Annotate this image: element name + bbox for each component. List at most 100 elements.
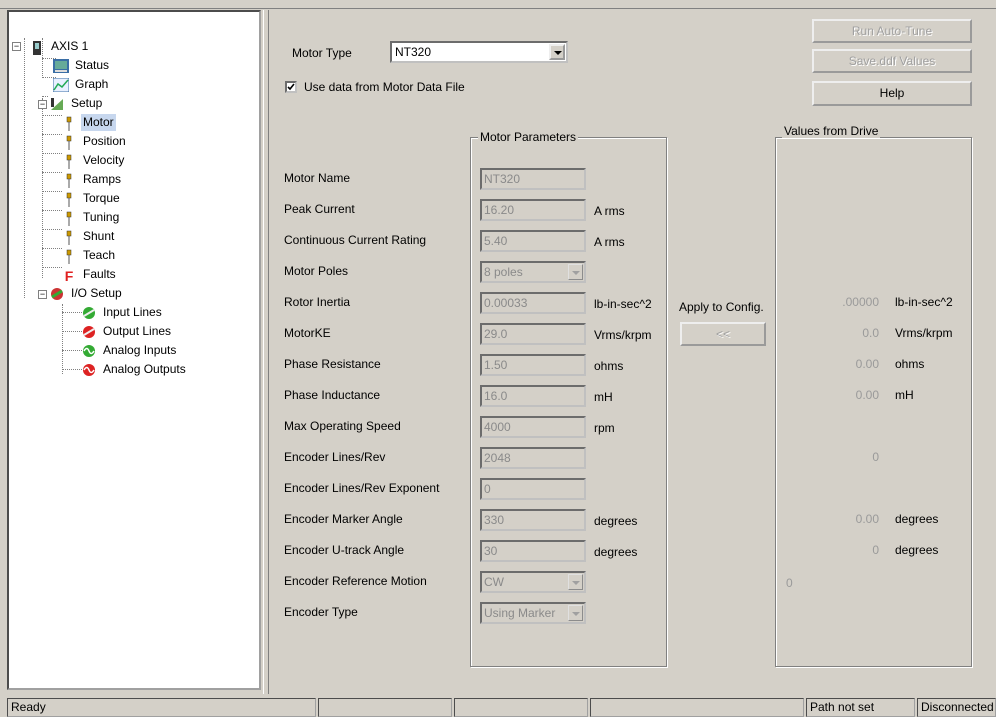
drive-value: 0.0 [862,326,879,340]
param-label: Peak Current [284,202,355,216]
tree-item-motor[interactable]: Motor [61,114,116,131]
param-field[interactable]: 30 [480,540,586,562]
tree-item-status[interactable]: Status [53,57,111,74]
param-field[interactable]: 29.0 [480,323,586,345]
drive-value: 0 [786,576,793,590]
param-label: Motor Name [284,171,351,185]
tree-item-ramps[interactable]: Ramps [61,171,123,188]
param-unit: lb-in-sec^2 [594,297,652,311]
param-value: CW [484,575,504,589]
drive-value: 0 [872,450,879,464]
faults-icon: F [64,267,74,284]
param-label: Phase Inductance [284,388,381,402]
param-field[interactable]: 0 [480,478,586,500]
param-field[interactable]: 1.50 [480,354,586,376]
tree-item-teach[interactable]: Teach [61,247,117,264]
tree-item-torque[interactable]: Torque [61,190,122,207]
param-label: Rotor Inertia [284,295,351,309]
analog-outputs-icon [81,363,97,377]
tree-item-tuning[interactable]: Tuning [61,209,121,226]
chevron-down-icon[interactable] [568,264,583,280]
param-field[interactable]: 0.00033 [480,292,586,314]
drive-value: 0.00 [855,388,879,402]
tree-item-shunt[interactable]: Shunt [61,228,116,245]
navigation-tree[interactable]: − AXIS 1 Status Graph − Setup Motor Posi… [7,10,261,690]
param-value: 8 poles [484,265,523,279]
collapse-io-setup-icon[interactable]: − [38,290,47,299]
chevron-down-icon[interactable] [549,44,565,60]
tree-root-axis1[interactable]: AXIS 1 [29,38,90,55]
tree-label: Velocity [83,153,125,167]
tree-label: Faults [83,267,116,281]
param-field[interactable]: 2048 [480,447,586,469]
tree-item-input-lines[interactable]: Input Lines [81,304,164,321]
param-field[interactable]: 16.0 [480,385,586,407]
apply-to-config-button[interactable]: << [680,322,766,346]
param-field[interactable]: 5.40 [480,230,586,252]
pin-icon [61,249,77,264]
tree-label: Graph [75,77,109,91]
tree-item-analog-outputs[interactable]: Analog Outputs [81,361,188,378]
tree-item-setup[interactable]: Setup [49,95,104,112]
help-button[interactable]: Help [812,81,972,106]
param-value: 29.0 [484,327,508,341]
param-label: Encoder Lines/Rev [284,450,386,464]
pane-splitter[interactable] [263,10,269,694]
tree-item-faults[interactable]: F Faults [61,266,118,284]
param-value: 30 [484,544,498,558]
run-auto-tune-button[interactable]: Run Auto-Tune [812,19,972,43]
tree-item-output-lines[interactable]: Output Lines [81,323,173,340]
tree-label: Output Lines [103,324,172,338]
status-text: Ready [7,698,316,717]
pin-icon [61,154,77,169]
collapse-root-icon[interactable]: − [12,42,21,51]
motor-type-value: NT320 [395,45,432,59]
param-label: Phase Resistance [284,357,381,371]
param-label: Encoder Reference Motion [284,574,427,588]
use-motor-data-checkbox[interactable] [285,81,297,93]
input-lines-icon [81,306,97,320]
param-field[interactable]: 8 poles [480,261,586,283]
param-field[interactable]: NT320 [480,168,586,190]
tree-item-graph[interactable]: Graph [52,76,110,93]
drive-unit: Vrms/krpm [895,326,953,340]
status-pane-2 [318,698,452,717]
drive-value: 0.00 [855,357,879,371]
param-field[interactable]: CW [480,571,586,593]
pin-icon [61,230,77,245]
chevron-down-icon[interactable] [568,605,583,621]
drive-value: 0 [872,543,879,557]
param-field[interactable]: Using Marker [480,602,586,624]
param-unit: Vrms/krpm [594,328,652,342]
motor-type-select[interactable]: NT320 [390,41,568,63]
drive-unit: degrees [895,543,939,557]
collapse-setup-icon[interactable]: − [38,100,47,109]
checkmark-icon [287,83,295,91]
tree-item-analog-inputs[interactable]: Analog Inputs [81,342,178,359]
param-field[interactable]: 330 [480,509,586,531]
drive-unit: mH [895,388,914,402]
tree-label: Motor [81,114,116,131]
chevron-down-icon[interactable] [568,574,583,590]
drive-value: 0.00 [855,512,879,526]
tree-item-velocity[interactable]: Velocity [61,152,126,169]
param-value: 1.50 [484,358,508,372]
param-field[interactable]: 4000 [480,416,586,438]
tree-label: AXIS 1 [51,39,89,53]
pin-icon [61,116,77,131]
apply-to-config-label: Apply to Config. [679,300,764,314]
tree-label: Position [83,134,126,148]
param-field[interactable]: 16.20 [480,199,586,221]
save-ddf-values-button[interactable]: Save.ddf Values [812,49,972,73]
param-value: 4000 [484,420,511,434]
status-pane-3 [454,698,588,717]
pin-icon [61,192,77,207]
pin-icon [61,135,77,150]
param-label: Encoder Marker Angle [284,512,403,526]
param-value: 16.0 [484,389,508,403]
tree-item-position[interactable]: Position [61,133,128,150]
param-value: 16.20 [484,203,515,217]
tree-item-io-setup[interactable]: I/O Setup [49,285,124,302]
motor-parameters-title: Motor Parameters [478,130,579,144]
graph-icon [52,77,70,92]
